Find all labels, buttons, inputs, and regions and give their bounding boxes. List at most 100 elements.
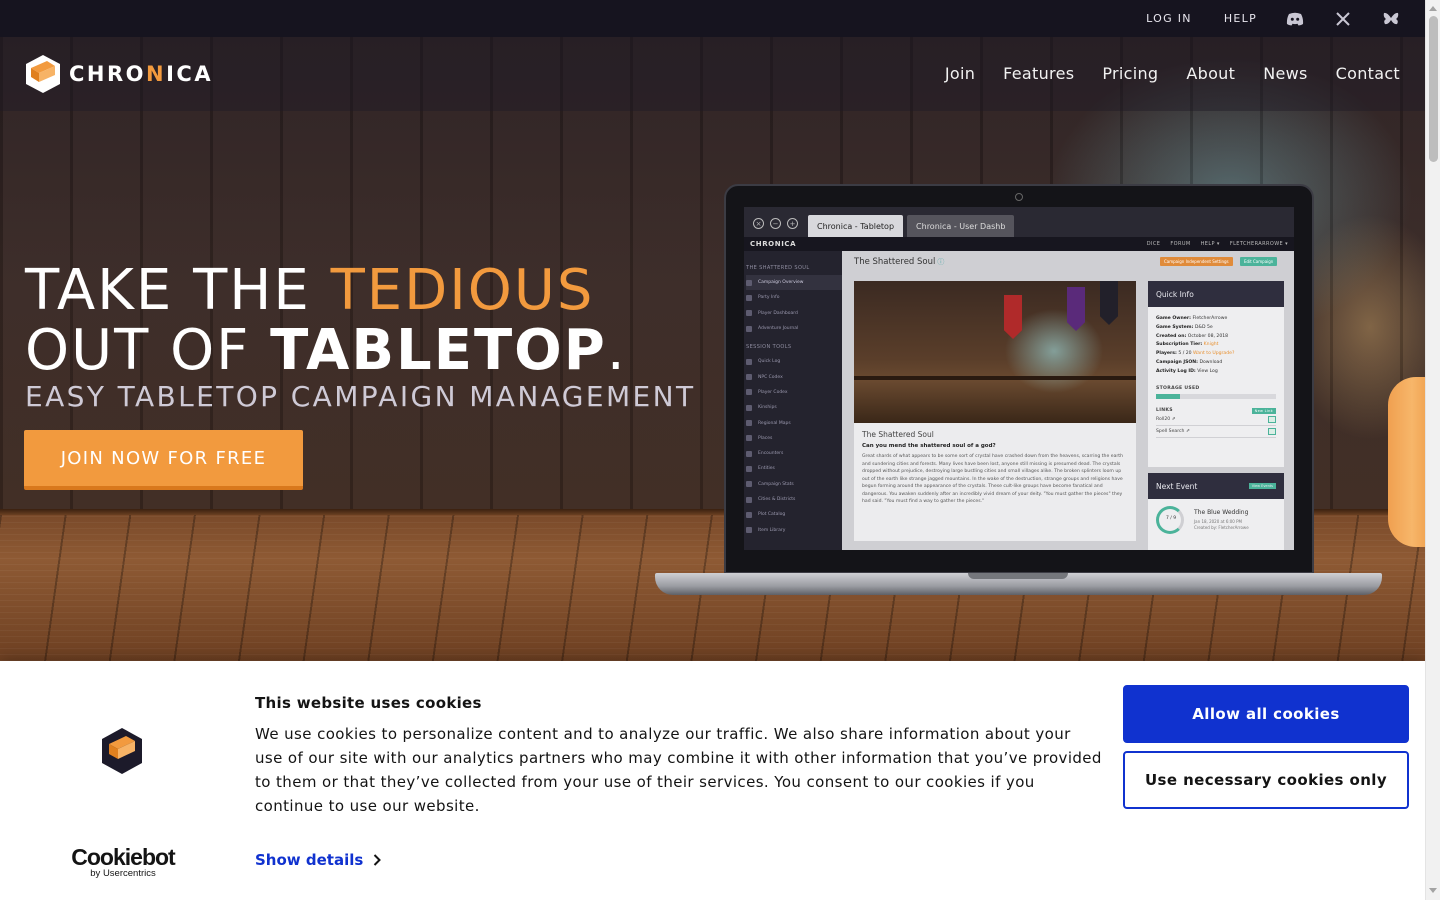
cookie-title: This website uses cookies	[255, 694, 482, 712]
quick-info-row: Game Owner: FletcherArrowe	[1156, 316, 1228, 321]
sidebar-item: Adventure Journal	[746, 321, 842, 336]
event-meta: Jan 18, 2020 at 6:00 PM Created by: Fletc…	[1194, 519, 1249, 530]
cookiebot-logo[interactable]: Cookiebot by Usercentrics	[70, 845, 176, 879]
sidebar-item: Entities	[746, 461, 842, 476]
show-details-link[interactable]: Show details	[255, 851, 382, 869]
sidebar-item: Player Dashboard	[746, 306, 842, 321]
sidebar-heading-session: SESSION TOOLS	[746, 344, 792, 351]
next-event-title: Next Event View Events	[1148, 473, 1284, 499]
quick-info-row: Players: 5 / 20 Want to Upgrade?	[1156, 351, 1235, 357]
story-body: Great shards of what appears to be some …	[862, 454, 1124, 504]
scroll-down-arrow-icon[interactable]	[1429, 888, 1437, 893]
login-link[interactable]: LOG IN	[1146, 12, 1192, 25]
laptop-camera	[1015, 193, 1023, 201]
laptop-notch	[968, 573, 1068, 579]
maximize-window-icon: +	[787, 218, 798, 229]
x-icon[interactable]	[1333, 9, 1353, 29]
allow-all-cookies-button[interactable]: Allow all cookies	[1123, 685, 1409, 743]
chevron-right-icon	[374, 854, 382, 866]
sidebar-item: Player Codex	[746, 385, 842, 400]
app-main-panel: The Shattered Soul ⓘ Campaign Independent…	[842, 251, 1294, 550]
app-header-links: DICE FORUM HELP ▾ FLETCHERARROWE ▾	[1139, 241, 1288, 247]
app-brand: CHRONICA	[750, 240, 797, 248]
view-events-button: View Events	[1248, 483, 1276, 489]
hero-subheading: EASY TABLETOP CAMPAIGN MANAGEMENT	[25, 380, 696, 413]
app-sidebar: THE SHATTERED SOUL Campaign Overview Par…	[744, 251, 842, 550]
app-link-user: FLETCHERARROWE ▾	[1229, 241, 1288, 247]
info-icon: ⓘ	[937, 258, 945, 266]
cookie-description: We use cookies to personalize content an…	[255, 725, 1102, 815]
red-banner	[1004, 295, 1022, 339]
headline-line-1: TAKE THE TEDIOUS	[25, 258, 595, 323]
site-logo[interactable]: CHRONICA	[25, 54, 213, 94]
app-link-forum: FORUM	[1170, 241, 1191, 247]
sidebar-item: Campaign Stats	[746, 477, 842, 492]
browser-tab-bar: × − + Chronica - Tabletop Chronica - Use…	[744, 207, 1294, 237]
sidebar-item: NPC Codex	[746, 369, 842, 384]
new-link-button: New Link	[1251, 407, 1276, 414]
bluesky-icon[interactable]	[1381, 9, 1401, 29]
tavern-scene-image	[854, 281, 1136, 423]
help-link[interactable]: HELP	[1224, 12, 1257, 25]
link-row: Spell Search ⇗	[1156, 426, 1276, 438]
edit-campaign-button: Edit Campaign	[1240, 257, 1278, 266]
sidebar-item: Party Info	[746, 290, 842, 305]
campaign-description: The Shattered Soul Can you mend the shat…	[854, 423, 1136, 541]
sidebar-item: Kinships	[746, 400, 842, 415]
close-window-icon: ×	[753, 218, 764, 229]
minimize-window-icon: −	[770, 218, 781, 229]
quick-info-row: Created on: October 08, 2018	[1156, 333, 1229, 339]
browser-tab-tabletop: Chronica - Tabletop	[808, 215, 904, 237]
event-name: The Blue Wedding	[1194, 509, 1249, 516]
sidebar-item: Places	[746, 431, 842, 446]
window-controls: × − +	[744, 218, 804, 237]
chronica-logo-icon	[102, 728, 142, 774]
purple-banner	[1067, 287, 1085, 331]
quick-info-row: Activity Log ID: View Log	[1156, 368, 1218, 374]
hero-section: CHRONICA Join Features Pricing About New…	[0, 37, 1425, 661]
page-scrollbar[interactable]	[1425, 0, 1440, 900]
quick-info-row: Subscription Tier: Knight	[1156, 342, 1219, 348]
story-question: Can you mend the shattered soul of a god…	[862, 443, 996, 449]
link-checkbox	[1268, 415, 1276, 423]
nav-join[interactable]: Join	[945, 64, 975, 83]
brand-wordmark: CHRONICA	[69, 62, 214, 86]
event-progress-ring: 7 / 9	[1156, 506, 1184, 534]
app-link-help: HELP ▾	[1200, 241, 1220, 247]
storage-bar	[1156, 393, 1276, 399]
quick-info-panel: Quick Info Game Owner: FletcherArrowe Ga…	[1148, 281, 1284, 467]
scrollbar-thumb[interactable]	[1429, 16, 1438, 162]
join-now-button[interactable]: JOIN NOW FOR FREE	[24, 430, 303, 490]
cookie-consent-banner: Cookiebot by Usercentrics This website u…	[0, 661, 1425, 900]
storage-label: STORAGE USED	[1156, 385, 1200, 391]
nav-about[interactable]: About	[1186, 64, 1235, 83]
railing	[854, 376, 1136, 380]
hero-headline: TAKE THE TEDIOUS OUT OF TABLETOP.	[25, 261, 627, 381]
nav-contact[interactable]: Contact	[1336, 64, 1400, 83]
top-utility-bar: LOG IN HELP	[0, 0, 1425, 37]
browser-tab-dashboard: Chronica - User Dashb	[907, 215, 1015, 237]
sidebar-item: Quick Log	[746, 354, 842, 369]
sidebar-item: Campaign Overview	[746, 275, 842, 291]
link-checkbox	[1268, 427, 1276, 435]
necessary-cookies-button[interactable]: Use necessary cookies only	[1123, 751, 1409, 809]
discord-icon[interactable]	[1285, 9, 1305, 29]
scroll-up-arrow-icon[interactable]	[1429, 6, 1437, 11]
sidebar-item: Regional Maps	[746, 415, 842, 430]
link-row: Roll20 ⇗	[1156, 414, 1276, 426]
sidebar-item: Cities & Districts	[746, 492, 842, 507]
sidebar-item: Encounters	[746, 446, 842, 461]
sidebar-item: Plot Catalog	[746, 507, 842, 522]
nav-features[interactable]: Features	[1003, 64, 1074, 83]
quick-info-title: Quick Info	[1148, 281, 1284, 307]
app-header: CHRONICA DICE FORUM HELP ▾ FLETCHERARROW…	[744, 237, 1294, 251]
chronica-logo-icon	[26, 55, 60, 93]
laptop-screen: × − + Chronica - Tabletop Chronica - Use…	[744, 207, 1294, 550]
mug-decoration	[1388, 377, 1425, 547]
nav-news[interactable]: News	[1263, 64, 1307, 83]
quick-info-row: Game System: D&D 5e	[1156, 324, 1213, 330]
sidebar-item: Item Library	[746, 522, 842, 537]
campaign-title: The Shattered Soul ⓘ	[854, 257, 945, 267]
campaign-settings-button: Campaign Independent Settings	[1160, 257, 1233, 266]
nav-pricing[interactable]: Pricing	[1102, 64, 1158, 83]
